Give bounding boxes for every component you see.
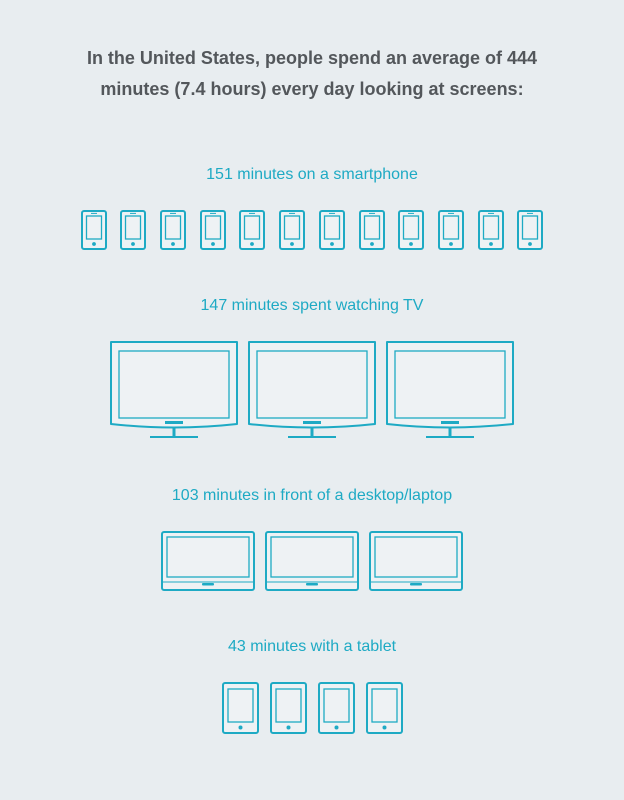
title-line-2: minutes (7.4 hours) every day looking at… [100, 79, 524, 99]
smartphone-icon [517, 210, 544, 250]
smartphone-icon [279, 210, 306, 250]
tv-icon [110, 341, 238, 438]
smartphone-icon [160, 210, 187, 250]
tablet-icon [269, 682, 307, 734]
smartphone-icon [437, 210, 464, 250]
laptop-icon [161, 531, 255, 591]
tablet-icon [221, 682, 259, 734]
tv-icon [248, 341, 376, 438]
smartphone-label: 151 minutes on a smartphone [206, 166, 418, 183]
smartphone-icon [477, 210, 504, 250]
tv-label: 147 minutes spent watching TV [200, 297, 424, 314]
smartphone-icon [120, 210, 147, 250]
smartphone-icon [239, 210, 266, 250]
tablet-icon-row [0, 682, 624, 734]
chart-title: In the United States, people spend an av… [40, 43, 584, 105]
smartphone-icon [358, 210, 385, 250]
tablet-icon [365, 682, 403, 734]
tablet-label: 43 minutes with a tablet [227, 638, 397, 655]
tv-icon [386, 341, 514, 438]
title-line-1: In the United States, people spend an av… [86, 48, 538, 68]
smartphone-icon [80, 210, 107, 250]
tablet-icon [317, 682, 355, 734]
laptop-icon-row [0, 531, 624, 591]
smartphone-icon [398, 210, 425, 250]
tv-icon-row [0, 341, 624, 439]
smartphone-icon-row [0, 210, 624, 250]
laptop-icon [369, 531, 463, 591]
laptop-label: 103 minutes in front of a desktop/laptop [171, 487, 453, 504]
laptop-icon [265, 531, 359, 591]
smartphone-icon [318, 210, 345, 250]
smartphone-icon [199, 210, 226, 250]
